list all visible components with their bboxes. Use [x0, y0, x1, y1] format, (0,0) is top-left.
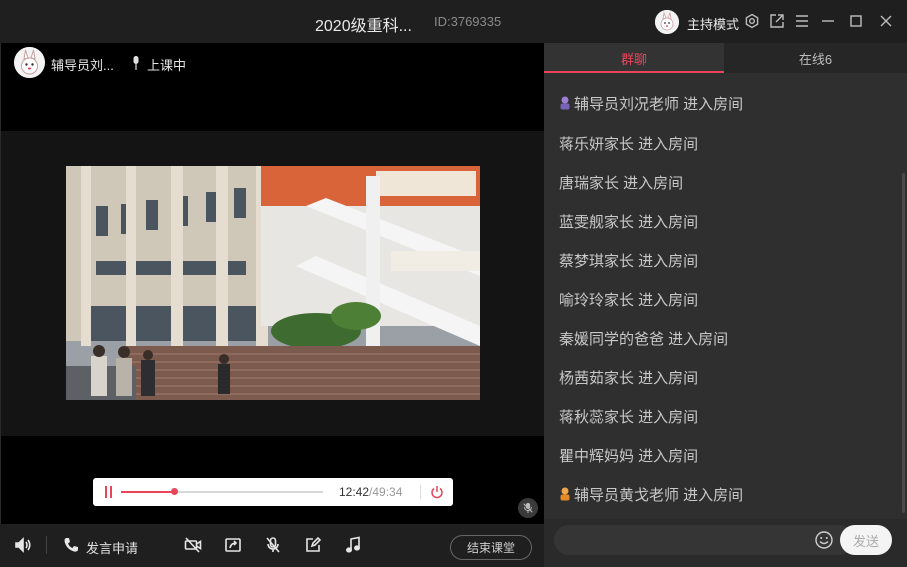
playback-time: 12:42/49:34	[339, 485, 402, 499]
volume-icon[interactable]	[12, 534, 34, 556]
chat-scrollbar[interactable]	[902, 173, 905, 513]
chat-message-list: 辅导员刘况老师 进入房间 蒋乐妍家长 进入房间 唐瑞家长 进入房间 蓝雯舰家长 …	[544, 73, 900, 549]
stop-playback-icon[interactable]	[430, 485, 444, 499]
divider	[420, 485, 421, 499]
progress-fill	[121, 491, 174, 493]
mic-off-icon[interactable]	[262, 534, 284, 556]
list-item: 蒋乐妍家长 进入房间	[559, 133, 698, 153]
host-avatar[interactable]	[655, 10, 679, 34]
message-text: 瞿中辉妈妈 进入房间	[559, 447, 699, 465]
screen-share-icon[interactable]	[222, 534, 244, 556]
message-text: 唐瑞家长 进入房间	[559, 174, 684, 192]
total-time: /49:34	[369, 485, 403, 499]
app-window: 2020级重科... ID:3769335 主持模式 辅导员刘... 上课中 1…	[0, 0, 907, 567]
close-icon[interactable]	[876, 11, 896, 31]
assistant-badge-icon	[560, 487, 570, 501]
host-mode-label[interactable]: 主持模式	[687, 14, 739, 33]
menu-icon[interactable]	[792, 11, 812, 31]
list-item: 杨茜茹家长 进入房间	[559, 367, 698, 387]
title-bar: 2020级重科... ID:3769335 主持模式	[0, 0, 907, 43]
class-status: 上课中	[147, 58, 187, 73]
tab-online-users[interactable]: 在线6	[724, 43, 907, 73]
microphone-icon	[133, 56, 139, 70]
maximize-icon[interactable]	[846, 11, 866, 31]
tab-group-chat[interactable]: 群聊	[544, 43, 724, 73]
apply-speak-button[interactable]: 发言申请	[86, 538, 138, 557]
window-title: 2020级重科...	[315, 18, 412, 35]
camera-off-icon[interactable]	[182, 534, 204, 556]
emoji-icon[interactable]	[814, 530, 834, 550]
video-content-image	[66, 166, 480, 400]
toolbar-divider	[46, 536, 47, 554]
message-text: 喻玲玲家长 进入房间	[559, 291, 699, 309]
settings-icon[interactable]	[742, 11, 762, 31]
message-text: 蒋乐妍家长 进入房间	[559, 135, 699, 153]
assistant-badge-icon	[560, 96, 570, 110]
list-item: 辅导员黄戈老师 进入房间	[559, 484, 743, 504]
message-text: 秦媛同学的爸爸 进入房间	[559, 330, 729, 348]
progress-handle[interactable]	[170, 488, 178, 495]
chat-tabs: 群聊 在线6	[544, 43, 907, 73]
music-icon[interactable]	[342, 534, 364, 556]
chat-input[interactable]	[554, 525, 840, 555]
room-id: ID:3769335	[434, 14, 502, 29]
message-text: 蓝雯舰家长 进入房间	[559, 213, 699, 231]
phone-icon[interactable]	[60, 534, 82, 556]
minimize-icon[interactable]	[818, 11, 838, 31]
playback-bar: 12:42/49:34	[93, 478, 453, 506]
bottom-toolbar: 发言申请 结束课堂	[0, 524, 544, 567]
list-item: 秦媛同学的爸爸 进入房间	[559, 328, 728, 348]
list-item: 唐瑞家长 进入房间	[559, 172, 683, 192]
edit-icon[interactable]	[302, 534, 324, 556]
share-icon[interactable]	[767, 11, 787, 31]
current-time: 12:42	[339, 485, 370, 499]
list-item: 喻玲玲家长 进入房间	[559, 289, 698, 309]
list-item: 蒋秋蕊家长 进入房间	[559, 406, 698, 426]
end-class-button[interactable]: 结束课堂	[450, 535, 532, 560]
chat-input-area: 发送	[544, 519, 907, 567]
chat-panel: 群聊 在线6 辅导员刘况老师 进入房间 蒋乐妍家长 进入房间 唐瑞家长 进入房间…	[544, 43, 907, 567]
message-text: 杨茜茹家长 进入房间	[559, 369, 699, 387]
message-text: 蔡梦琪家长 进入房间	[559, 252, 699, 270]
list-item: 蓝雯舰家长 进入房间	[559, 211, 698, 231]
progress-slider[interactable]	[121, 488, 323, 495]
list-item: 辅导员刘况老师 进入房间	[559, 93, 743, 113]
message-text: 辅导员黄戈老师 进入房间	[574, 486, 744, 504]
teacher-avatar[interactable]	[14, 47, 45, 78]
message-text: 辅导员刘况老师 进入房间	[574, 95, 744, 113]
mic-muted-icon[interactable]	[518, 498, 538, 518]
list-item: 瞿中辉妈妈 进入房间	[559, 445, 698, 465]
teacher-name: 辅导员刘...	[51, 58, 114, 73]
video-frame[interactable]	[66, 166, 480, 400]
list-item: 蔡梦琪家长 进入房间	[559, 250, 698, 270]
message-text: 蒋秋蕊家长 进入房间	[559, 408, 699, 426]
send-button[interactable]: 发送	[840, 525, 892, 555]
pause-icon[interactable]	[105, 486, 113, 498]
